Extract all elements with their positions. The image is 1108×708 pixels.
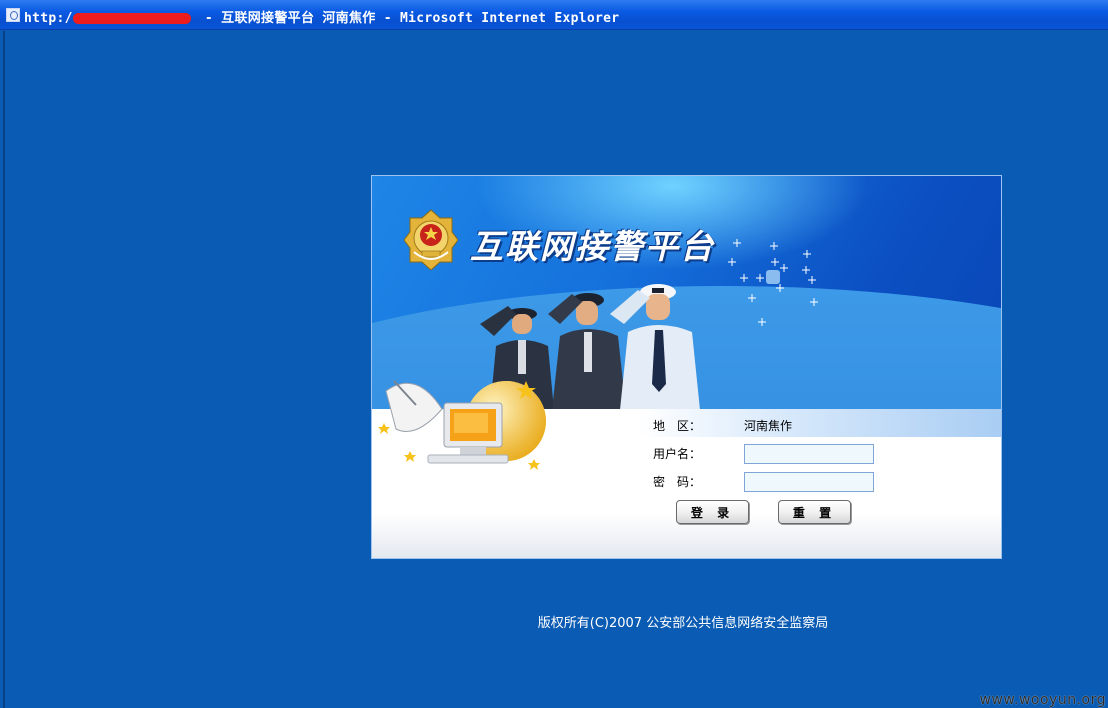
redaction-mark bbox=[72, 13, 191, 24]
satellite-computer-icon bbox=[378, 380, 546, 470]
window-title: http:/ - 互联网接警平台 河南焦作 - Microsoft Intern… bbox=[24, 7, 619, 26]
password-label: 密 码： bbox=[653, 475, 702, 489]
sparkle-decoration bbox=[728, 239, 818, 326]
region-label: 地 区： bbox=[653, 419, 702, 433]
username-input[interactable] bbox=[744, 444, 874, 464]
reset-button[interactable]: 重 置 bbox=[778, 500, 851, 524]
region-value: 河南焦作 bbox=[744, 419, 793, 433]
window-frame-border bbox=[3, 31, 5, 708]
watermark-text: www.wooyun.org bbox=[979, 692, 1106, 708]
police-emblem-icon bbox=[404, 209, 458, 270]
login-form-area: 地 区： 河南焦作 用户名： 密 码： 登 录 重 置 bbox=[372, 380, 1001, 558]
login-panel: 互联网接警平台 地 区： 河南焦作 用户名： 密 码： 登 录 重 置 bbox=[371, 175, 1002, 559]
window-title-suffix: - 互联网接警平台 河南焦作 - Microsoft Internet Expl… bbox=[196, 11, 620, 26]
username-label: 用户名： bbox=[653, 447, 702, 461]
window-title-prefix: http:/ bbox=[24, 11, 73, 26]
banner-title: 互联网接警平台 bbox=[470, 227, 715, 266]
login-button[interactable]: 登 录 bbox=[676, 500, 749, 524]
copyright-text: 版权所有(C)2007 公安部公共信息网络安全监察局 bbox=[537, 616, 829, 631]
internet-explorer-icon bbox=[6, 8, 20, 22]
password-input[interactable] bbox=[744, 472, 874, 492]
window-titlebar[interactable]: http:/ - 互联网接警平台 河南焦作 - Microsoft Intern… bbox=[0, 0, 1108, 30]
